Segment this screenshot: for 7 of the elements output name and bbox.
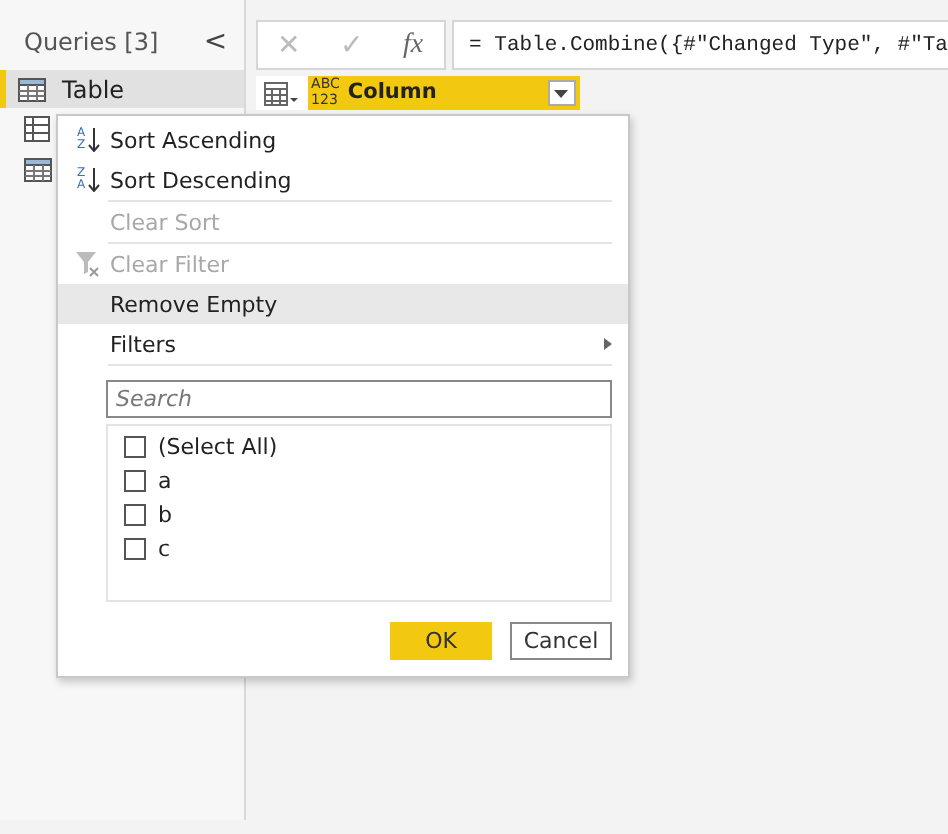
query-name: Table bbox=[62, 75, 125, 103]
value-label: b bbox=[158, 502, 172, 528]
value-label: c bbox=[158, 536, 171, 562]
pane-title: Queries [3] bbox=[24, 28, 159, 56]
column-name: Column bbox=[343, 76, 548, 110]
value-label: a bbox=[158, 468, 172, 494]
value-label: (Select All) bbox=[158, 434, 278, 460]
